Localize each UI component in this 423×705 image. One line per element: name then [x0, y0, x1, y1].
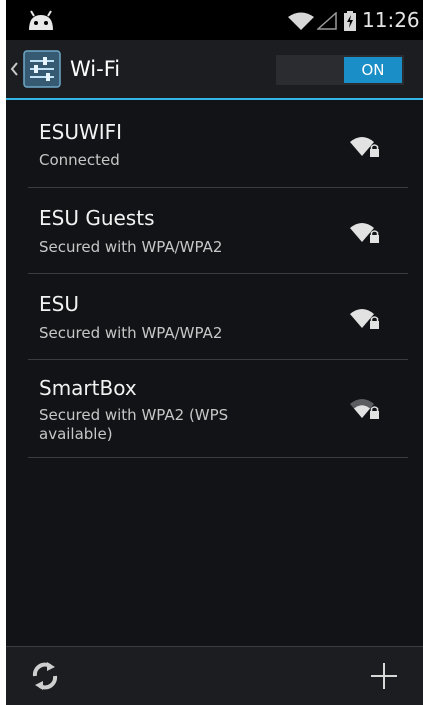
- wifi-secured-weak-icon: [350, 396, 380, 424]
- battery-charging-icon: [344, 11, 356, 35]
- clock: 11:26: [362, 8, 420, 32]
- network-ssid: ESU Guests: [39, 206, 155, 230]
- network-ssid: ESUWIFI: [39, 120, 123, 144]
- toggle-on-label: ON: [344, 57, 402, 83]
- settings-sliders-icon[interactable]: [23, 50, 61, 92]
- bottom-action-bar: [6, 646, 423, 705]
- network-ssid: ESU: [39, 292, 79, 316]
- refresh-icon[interactable]: [30, 661, 60, 695]
- network-item-esu-guests[interactable]: ESU Guests Secured with WPA/WPA2: [6, 188, 423, 274]
- wifi-secured-icon: [350, 220, 380, 248]
- network-status: Secured with WPA/WPA2: [39, 238, 223, 256]
- device-screen: 11:26 Wi-Fi ON ESUWIFI Connected ESU Gue…: [6, 0, 423, 705]
- network-ssid: SmartBox: [39, 376, 137, 400]
- network-status: Secured with WPA/WPA2: [39, 324, 223, 342]
- chevron-left-icon[interactable]: [10, 61, 19, 80]
- network-item-esuwifi[interactable]: ESUWIFI Connected: [6, 100, 423, 188]
- network-item-esu[interactable]: ESU Secured with WPA/WPA2: [6, 274, 423, 360]
- page-title: Wi-Fi: [70, 57, 121, 81]
- network-list: ESUWIFI Connected ESU Guests Secured wit…: [6, 100, 423, 458]
- wifi-signal-icon: [288, 12, 314, 34]
- android-icon: [26, 9, 56, 35]
- status-bar: 11:26: [6, 0, 423, 40]
- network-status: Secured with WPA2 (WPS available): [39, 406, 229, 443]
- network-status: Connected: [39, 151, 120, 169]
- wifi-secured-icon: [350, 134, 380, 162]
- wifi-secured-icon: [350, 306, 380, 334]
- wifi-toggle[interactable]: ON: [276, 55, 404, 85]
- action-bar: Wi-Fi ON: [6, 40, 423, 100]
- add-network-icon[interactable]: [369, 661, 399, 695]
- cell-signal-icon: [316, 11, 337, 34]
- divider: [28, 457, 408, 458]
- network-item-smartbox[interactable]: SmartBox Secured with WPA2 (WPS availabl…: [6, 360, 423, 458]
